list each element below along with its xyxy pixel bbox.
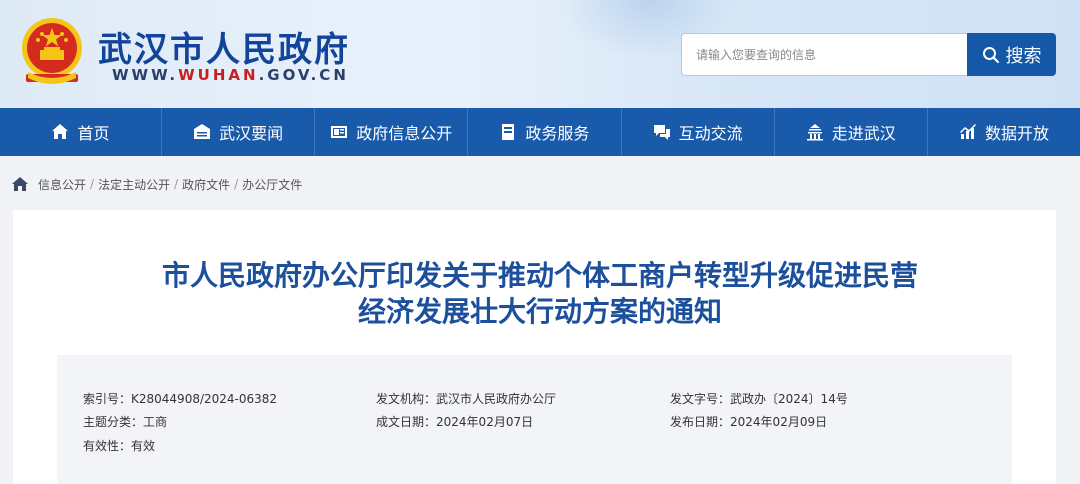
meta-value: 工商 [143, 415, 168, 429]
article-title-line: 市人民政府办公厅印发关于推动个体工商户转型升级促进民营 [161, 259, 918, 292]
search-button-label: 搜索 [1005, 45, 1042, 67]
nav-item-label: 首页 [77, 124, 110, 143]
meta-label: 主题分类： [83, 415, 144, 429]
meta-label: 发布日期： [670, 415, 731, 429]
meta-value: 2024年02月09日 [730, 415, 828, 429]
main-nav: 首页 武汉要闻 政府信息公开 政务服务 互动交流 走进武汉 数据开放 [0, 108, 1080, 156]
nav-item-info-disclosure[interactable]: 政府信息公开 [315, 108, 469, 156]
site-url-highlight: WUHAN [178, 66, 259, 84]
nav-item-services[interactable]: 政务服务 [468, 108, 622, 156]
meta-value: 2024年02月07日 [436, 415, 534, 429]
site-header: 武汉市人民政府 WWW.WUHAN.GOV.CN 搜索 [0, 0, 1080, 108]
breadcrumb-item[interactable]: 政府文件 [182, 176, 230, 193]
site-url-prefix: WWW. [112, 66, 179, 84]
nav-item-label: 数据开放 [984, 124, 1049, 143]
city-icon [806, 124, 823, 141]
national-emblem-icon[interactable] [18, 14, 86, 90]
meta-value: 武政办〔2024〕14号 [730, 392, 848, 406]
home-icon [52, 124, 69, 139]
meta-label: 索引号： [83, 392, 132, 406]
nav-item-open-data[interactable]: 数据开放 [928, 108, 1080, 156]
meta-category: 主题分类：工商 [83, 413, 167, 430]
search-icon [982, 46, 999, 63]
home-icon[interactable] [12, 177, 28, 191]
breadcrumb-item[interactable]: 法定主动公开 [98, 176, 170, 193]
chart-icon [959, 124, 976, 139]
document-metadata-panel [57, 355, 1012, 484]
meta-value: K28044908/2024-06382 [131, 392, 278, 406]
breadcrumb-separator: / [90, 177, 95, 191]
nav-item-label: 政务服务 [525, 124, 590, 143]
article-title: 市人民政府办公厅印发关于推动个体工商户转型升级促进民营 经济发展壮大行动方案的通… [60, 258, 1020, 330]
site-url[interactable]: WWW.WUHAN.GOV.CN [112, 66, 349, 84]
meta-issuer: 发文机构：武汉市人民政府办公厅 [376, 390, 556, 407]
meta-document-number: 发文字号：武政办〔2024〕14号 [670, 390, 848, 407]
nav-item-news[interactable]: 武汉要闻 [162, 108, 316, 156]
site-url-suffix: .GOV.CN [258, 66, 349, 84]
article-title-line: 经济发展壮大行动方案的通知 [357, 295, 722, 328]
meta-validity: 有效性：有效 [83, 437, 155, 454]
info-icon [331, 126, 348, 138]
nav-item-label: 政府信息公开 [356, 124, 453, 143]
site-title[interactable]: 武汉市人民政府 [98, 22, 350, 71]
meta-value: 有效 [131, 439, 156, 453]
search-button[interactable]: 搜索 [967, 33, 1056, 76]
breadcrumb-item[interactable]: 信息公开 [38, 176, 86, 193]
nav-item-label: 互动交流 [678, 124, 743, 143]
meta-label: 发文字号： [670, 392, 731, 406]
meta-published-date: 发布日期：2024年02月09日 [670, 413, 827, 430]
breadcrumb: 信息公开 / 法定主动公开 / 政府文件 / 办公厅文件 [12, 174, 302, 194]
breadcrumb-separator: / [174, 177, 179, 191]
search-input[interactable] [681, 33, 967, 76]
meta-written-date: 成文日期：2024年02月07日 [376, 413, 533, 430]
breadcrumb-item[interactable]: 办公厅文件 [242, 176, 302, 193]
nav-item-about-wuhan[interactable]: 走进武汉 [775, 108, 928, 156]
nav-item-interaction[interactable]: 互动交流 [622, 108, 775, 156]
nav-item-label: 武汉要闻 [219, 124, 284, 143]
meta-label: 成文日期： [376, 415, 437, 429]
meta-label: 有效性： [83, 439, 132, 453]
meta-index-number: 索引号：K28044908/2024-06382 [83, 390, 277, 407]
chat-icon [653, 125, 670, 140]
nav-item-home[interactable]: 首页 [0, 108, 162, 156]
service-icon [502, 124, 515, 140]
breadcrumb-separator: / [234, 177, 239, 191]
news-icon [194, 124, 211, 139]
meta-label: 发文机构： [376, 392, 437, 406]
meta-value: 武汉市人民政府办公厅 [436, 392, 557, 406]
nav-item-label: 走进武汉 [831, 124, 896, 143]
